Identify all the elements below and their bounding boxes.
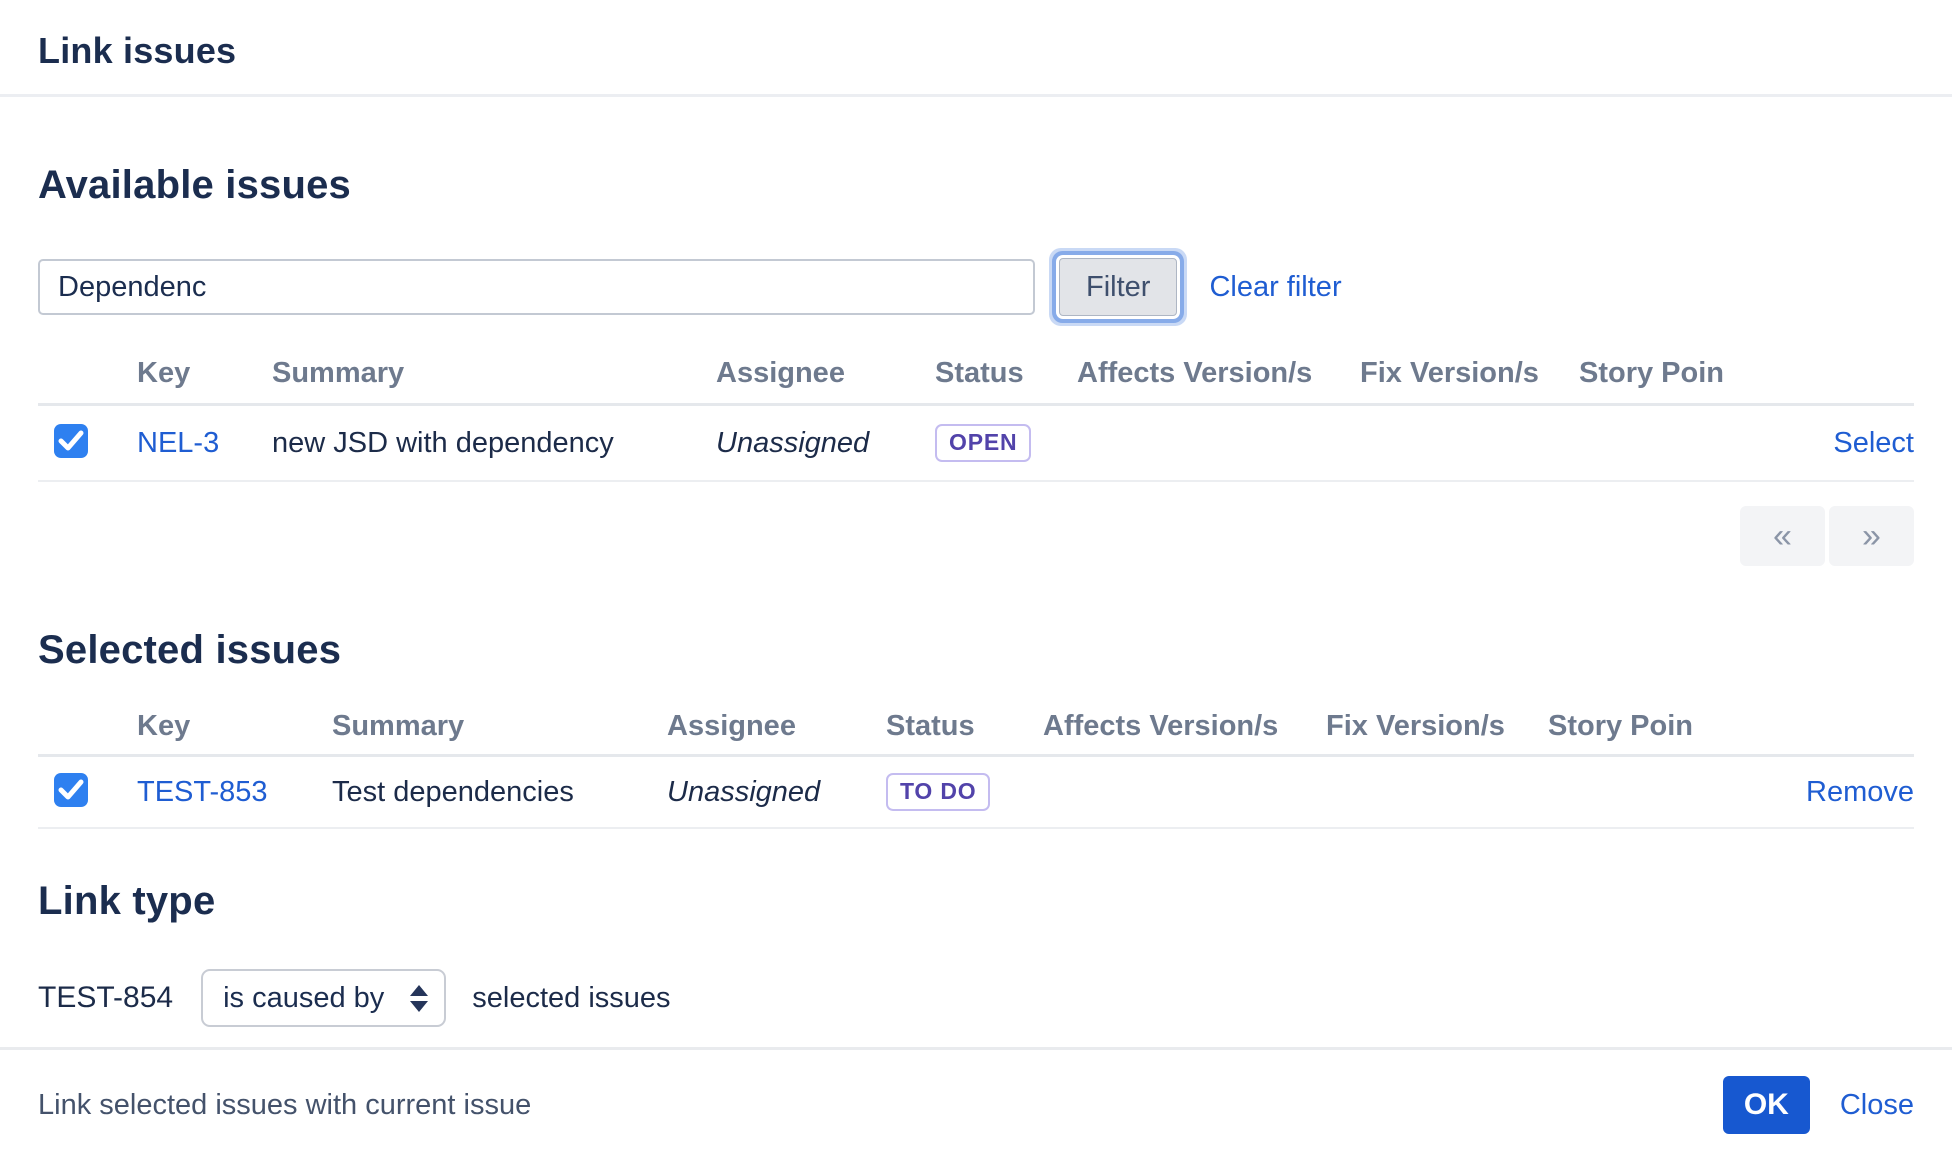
ok-button[interactable]: OK	[1723, 1076, 1810, 1134]
column-header-affects-version: Affects Version/s	[1043, 710, 1326, 743]
issue-key-link[interactable]: TEST-853	[137, 776, 268, 808]
prev-page-button[interactable]: «	[1740, 506, 1825, 566]
issue-key-link[interactable]: NEL-3	[137, 427, 219, 459]
double-chevron-left-icon: «	[1773, 517, 1792, 556]
column-header-summary: Summary	[272, 357, 716, 390]
column-header-key: Key	[137, 710, 332, 743]
dialog-body: Available issues Filter Clear filter Key…	[0, 163, 1952, 1028]
close-link[interactable]: Close	[1840, 1089, 1914, 1122]
page-title: Link issues	[38, 30, 1914, 72]
column-header-assignee: Assignee	[667, 710, 886, 743]
dialog-footer: Link selected issues with current issue …	[0, 1047, 1952, 1160]
column-header-key: Key	[137, 357, 272, 390]
remove-issue-link[interactable]: Remove	[1806, 776, 1914, 808]
filter-row: Filter Clear filter	[38, 256, 1914, 318]
select-issue-link[interactable]: Select	[1833, 427, 1914, 459]
table-row: TEST-853 Test dependencies Unassigned TO…	[38, 757, 1914, 829]
available-issues-heading: Available issues	[38, 163, 1914, 208]
dialog-header: Link issues	[0, 0, 1952, 97]
status-badge: OPEN	[935, 424, 1031, 462]
link-type-row: TEST-854 is caused by selected issues	[38, 968, 1914, 1028]
selected-issues-table: Key Summary Assignee Status Affects Vers…	[38, 699, 1914, 829]
available-table-header: Key Summary Assignee Status Affects Vers…	[38, 344, 1914, 406]
table-row: NEL-3 new JSD with dependency Unassigned…	[38, 406, 1914, 482]
footer-actions: OK Close	[1723, 1076, 1914, 1134]
column-header-story-points: Story Points	[1579, 357, 1724, 390]
link-type-selected-option: is caused by	[223, 982, 384, 1015]
clear-filter-link[interactable]: Clear filter	[1209, 271, 1341, 304]
column-header-summary: Summary	[332, 710, 667, 743]
select-arrows-icon	[410, 985, 428, 1012]
column-header-story-points: Story Points	[1548, 710, 1692, 743]
pagination: « »	[38, 506, 1914, 566]
link-type-select[interactable]: is caused by	[201, 969, 446, 1027]
link-type-suffix-label: selected issues	[472, 982, 670, 1015]
checkbox-cell	[38, 773, 137, 812]
issue-summary: new JSD with dependency	[272, 427, 614, 459]
row-checkbox[interactable]	[54, 424, 88, 458]
row-checkbox[interactable]	[54, 773, 88, 807]
issue-assignee: Unassigned	[667, 776, 820, 808]
filter-input[interactable]	[38, 259, 1035, 315]
available-issues-table: Key Summary Assignee Status Affects Vers…	[38, 344, 1914, 482]
column-header-affects-version: Affects Version/s	[1077, 357, 1360, 390]
status-badge: TO DO	[886, 773, 990, 811]
column-header-status: Status	[935, 357, 1077, 390]
check-icon	[58, 429, 84, 453]
selected-issues-heading: Selected issues	[38, 628, 1914, 673]
checkbox-cell	[38, 424, 137, 463]
current-issue-key: TEST-854	[38, 981, 173, 1015]
filter-button[interactable]: Filter	[1059, 258, 1177, 316]
double-chevron-right-icon: »	[1862, 517, 1881, 556]
column-header-fix-version: Fix Version/s	[1360, 357, 1579, 390]
column-header-status: Status	[886, 710, 1043, 743]
issue-summary: Test dependencies	[332, 776, 574, 808]
selected-table-header: Key Summary Assignee Status Affects Vers…	[38, 699, 1914, 757]
next-page-button[interactable]: »	[1829, 506, 1914, 566]
check-icon	[58, 778, 84, 802]
footer-message: Link selected issues with current issue	[38, 1089, 531, 1122]
column-header-assignee: Assignee	[716, 357, 935, 390]
issue-assignee: Unassigned	[716, 427, 869, 459]
column-header-fix-version: Fix Version/s	[1326, 710, 1548, 743]
link-type-heading: Link type	[38, 879, 1914, 924]
link-issues-dialog: Link issues Available issues Filter Clea…	[0, 0, 1952, 1160]
